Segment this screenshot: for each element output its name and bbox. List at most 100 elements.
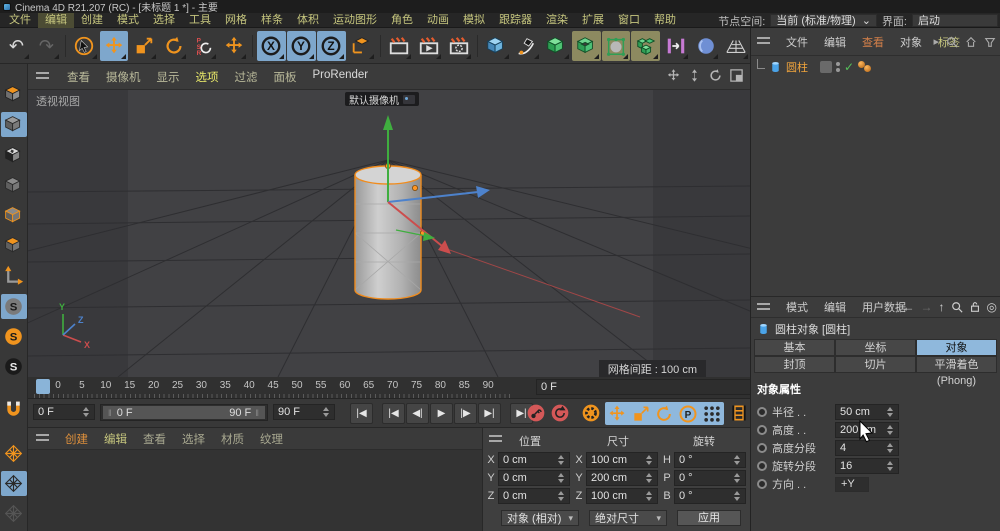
spinner-icon[interactable] xyxy=(645,470,653,486)
render-view-button[interactable] xyxy=(384,31,413,61)
viewport-menu-摄像机[interactable]: 摄像机 xyxy=(98,69,149,85)
goto-start-button[interactable]: |◀ xyxy=(350,403,373,424)
attribute-menu-icon[interactable] xyxy=(757,303,770,312)
scale-tool-button[interactable] xyxy=(129,31,158,61)
prev-key-button[interactable]: |◀ xyxy=(382,403,405,424)
viewport-menu-查看[interactable]: 查看 xyxy=(59,69,98,85)
rotation-H-field[interactable]: 0 ° xyxy=(674,452,746,468)
position-mode-select[interactable]: 对象 (相对)▾ xyxy=(501,510,579,526)
move-global-button[interactable] xyxy=(219,31,248,61)
material-list-area[interactable] xyxy=(28,450,482,531)
menu-样条[interactable]: 样条 xyxy=(254,13,290,28)
menu-网格[interactable]: 网格 xyxy=(218,13,254,28)
keying-settings-button[interactable] xyxy=(580,402,602,424)
spinner-icon[interactable] xyxy=(557,452,565,468)
menu-编辑[interactable]: 编辑 xyxy=(38,13,74,28)
spinner-icon[interactable] xyxy=(645,452,653,468)
spinner-icon[interactable] xyxy=(886,404,894,420)
viewport-snap-button[interactable]: S xyxy=(1,294,27,319)
last-tool-psr-button[interactable]: PSR xyxy=(189,31,218,61)
search-icon[interactable] xyxy=(946,36,958,48)
lock-x-axis-button[interactable]: X xyxy=(257,31,286,61)
tab-对象[interactable]: 对象 xyxy=(916,339,997,356)
rotation-B-field[interactable]: 0 ° xyxy=(674,488,746,504)
spinner-icon[interactable] xyxy=(557,470,565,486)
home-icon[interactable] xyxy=(965,36,977,48)
sync-icon[interactable]: ◎ xyxy=(987,300,997,314)
timeline-film-button[interactable] xyxy=(728,402,750,424)
range-grip-right[interactable]: ‖ xyxy=(255,408,260,418)
frame-range-slider[interactable]: ‖ 0 F 90 F ‖ xyxy=(100,404,268,421)
edges-mode-button[interactable] xyxy=(1,203,27,228)
size-Y-field[interactable]: 200 cm xyxy=(586,470,658,486)
keyframe-radio-icon[interactable] xyxy=(757,461,767,471)
workplane-lock-button[interactable] xyxy=(1,440,27,465)
model-mode-button[interactable] xyxy=(1,112,27,137)
spinner-icon[interactable] xyxy=(886,422,894,438)
spinner-icon[interactable] xyxy=(322,404,330,420)
lock-y-axis-button[interactable]: Y xyxy=(287,31,316,61)
lock-z-axis-button[interactable]: Z xyxy=(317,31,346,61)
viewport-toggle-layout-icon[interactable] xyxy=(729,68,744,86)
material-menu-创建[interactable]: 创建 xyxy=(57,431,96,447)
camera-badge[interactable]: 默认摄像机 xyxy=(345,92,419,106)
floor-button[interactable] xyxy=(721,31,750,61)
tab-基本[interactable]: 基本 xyxy=(754,339,835,356)
object-menu-文件[interactable]: 文件 xyxy=(778,34,816,50)
layer-tag-icon[interactable] xyxy=(820,61,832,73)
record-scale-button[interactable] xyxy=(630,403,652,425)
menu-渲染[interactable]: 渲染 xyxy=(539,13,575,28)
spinner-icon[interactable] xyxy=(733,488,741,504)
menu-模式[interactable]: 模式 xyxy=(110,13,146,28)
enable-snap-button[interactable]: S xyxy=(1,324,27,349)
end-frame-field[interactable]: 90 F xyxy=(273,404,335,420)
size-X-field[interactable]: 100 cm xyxy=(586,452,658,468)
frame-field[interactable]: 0 F xyxy=(536,379,772,395)
enable-axis-button[interactable] xyxy=(1,263,27,288)
points-mode-button[interactable] xyxy=(1,173,27,198)
simulate-button[interactable] xyxy=(691,31,720,61)
property-dropdown-方向[interactable]: +Y xyxy=(835,477,869,492)
object-name[interactable]: 圆柱 xyxy=(786,59,808,75)
make-editable-button[interactable] xyxy=(1,82,27,107)
object-menu-查看[interactable]: 查看 xyxy=(854,34,892,50)
keyframe-radio-icon[interactable] xyxy=(757,425,767,435)
viewport-menu-面板[interactable]: 面板 xyxy=(266,69,305,85)
record-parameter-button[interactable]: P xyxy=(677,403,699,425)
move-tool-button[interactable] xyxy=(100,31,129,61)
rotation-P-field[interactable]: 0 ° xyxy=(674,470,746,486)
keyframe-radio-icon[interactable] xyxy=(757,407,767,417)
workplane-magnet-button[interactable] xyxy=(1,397,27,422)
menu-跟踪器[interactable]: 跟踪器 xyxy=(492,13,539,28)
material-menu-纹理[interactable]: 纹理 xyxy=(252,431,291,447)
redo-button[interactable]: ↷ xyxy=(32,31,61,61)
size-Z-field[interactable]: 100 cm xyxy=(586,488,658,504)
spline-pen-button[interactable] xyxy=(512,31,541,61)
menu-帮助[interactable]: 帮助 xyxy=(647,13,683,28)
keyframe-radio-icon[interactable] xyxy=(757,443,767,453)
next-frame-button[interactable]: |▶ xyxy=(454,403,477,424)
spinner-icon[interactable] xyxy=(733,452,741,468)
apply-button[interactable]: 应用 xyxy=(677,510,741,526)
viewport-menu-显示[interactable]: 显示 xyxy=(149,69,188,85)
property-field-旋转分段[interactable]: 16 xyxy=(835,458,899,474)
deformers-button[interactable] xyxy=(602,31,631,61)
rotate-tool-button[interactable] xyxy=(159,31,188,61)
spinner-icon[interactable] xyxy=(886,440,894,456)
texture-mode-button[interactable] xyxy=(1,142,27,167)
spinner-icon[interactable] xyxy=(733,470,741,486)
node-space-select[interactable]: 当前 (标准/物理)⌄ xyxy=(770,14,877,27)
viewport-pan-icon[interactable] xyxy=(666,68,681,86)
search-icon[interactable] xyxy=(951,301,963,313)
menu-体积[interactable]: 体积 xyxy=(290,13,326,28)
render-settings-button[interactable] xyxy=(444,31,473,61)
position-Z-field[interactable]: 0 cm xyxy=(498,488,570,504)
spinner-icon[interactable] xyxy=(645,488,653,504)
menu-运动图形[interactable]: 运动图形 xyxy=(326,13,384,28)
material-menu-选择[interactable]: 选择 xyxy=(174,431,213,447)
viewport-rotate-icon[interactable] xyxy=(708,68,723,86)
size-mode-select[interactable]: 绝对尺寸▾ xyxy=(589,510,667,526)
material-menu-编辑[interactable]: 编辑 xyxy=(96,431,135,447)
record-rotation-button[interactable] xyxy=(653,403,675,425)
tab-坐标[interactable]: 坐标 xyxy=(835,339,916,356)
